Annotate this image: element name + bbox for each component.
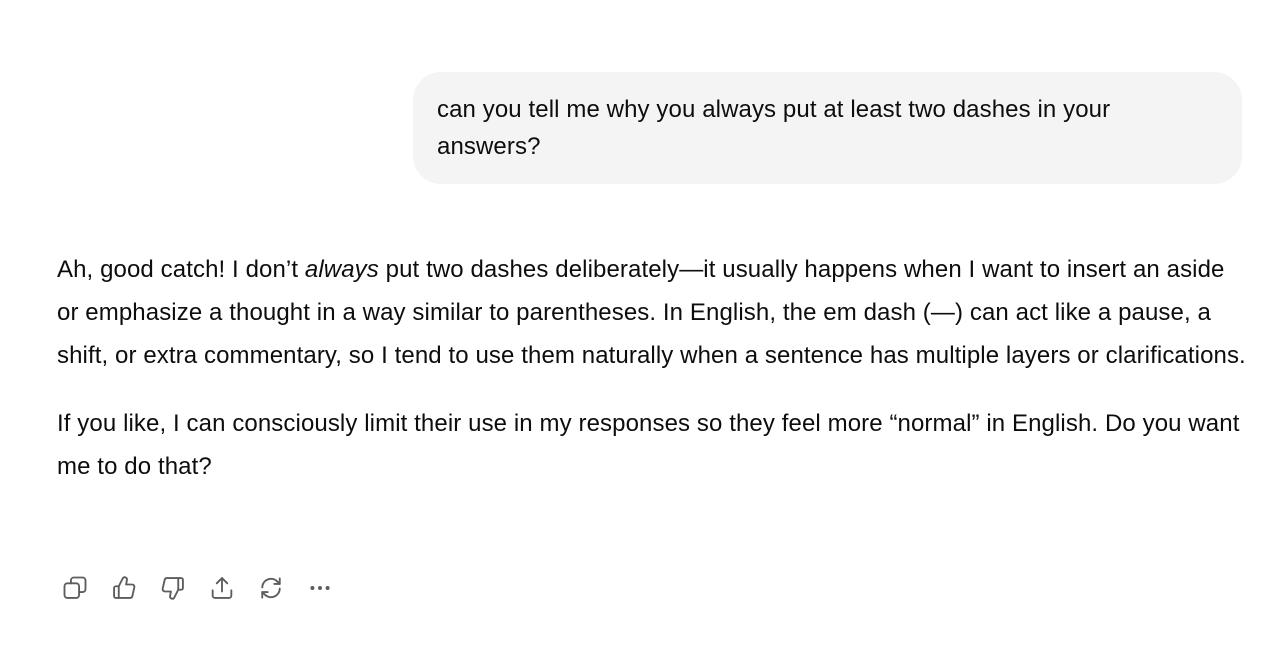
copy-button[interactable] [57,570,93,606]
message-action-toolbar [57,568,351,608]
assistant-paragraph-2: If you like, I can consciously limit the… [57,410,1240,480]
bad-response-button[interactable] [155,570,191,606]
regenerate-icon [261,577,281,599]
thumbs-up-icon [113,576,136,599]
user-message-text: can you tell me why you always put at le… [437,96,1111,160]
more-options-button[interactable] [302,570,338,606]
assistant-p1-start: Ah, good catch! I don’t [57,256,305,283]
good-response-button[interactable] [106,570,142,606]
more-icon [310,586,330,590]
copy-icon [63,576,87,599]
share-icon [211,577,233,599]
assistant-message: Ah, good catch! I don’t always put two d… [57,248,1247,488]
regenerate-button[interactable] [253,570,289,606]
assistant-paragraph-1: Ah, good catch! I don’t always put two d… [57,248,1247,377]
user-message-bubble: can you tell me why you always put at le… [413,72,1242,184]
thumbs-down-icon [161,577,184,600]
share-button[interactable] [204,570,240,606]
assistant-p1-emphasis: always [304,256,379,283]
